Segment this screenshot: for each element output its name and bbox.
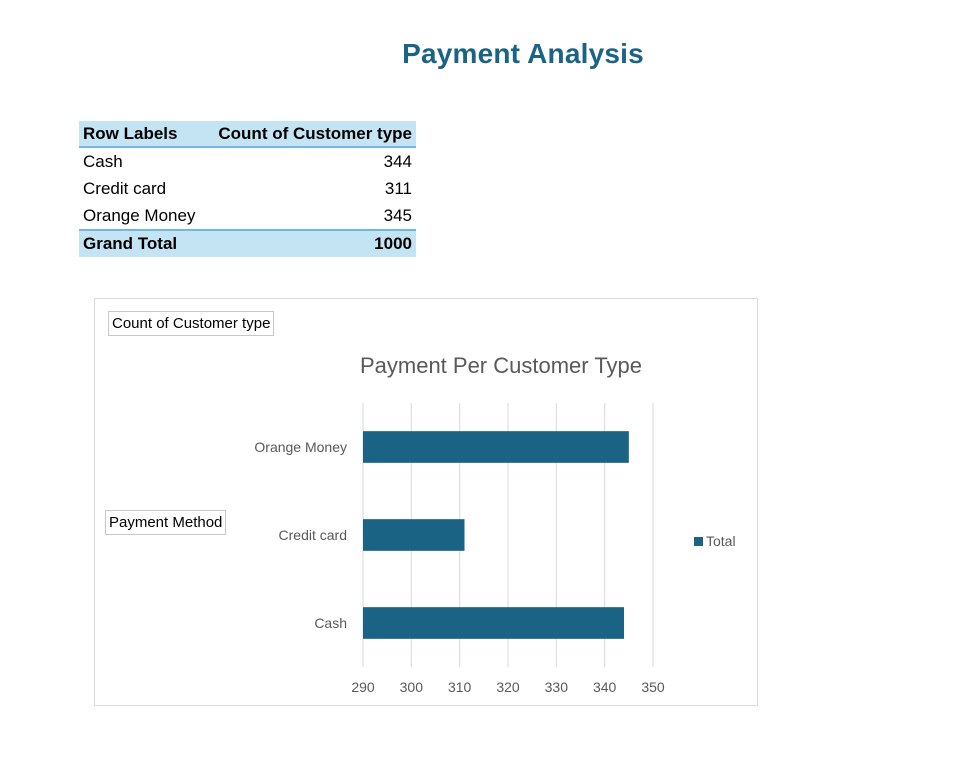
pivot-row-value: 311: [384, 178, 412, 198]
chart-plot: Payment Per Customer Type 290 300 310 320 33…: [254, 353, 736, 695]
x-tick-label: 320: [496, 679, 520, 695]
pivot-row-label: Orange Money: [83, 205, 196, 225]
page-title: Payment Analysis: [402, 38, 644, 69]
pivot-row-label: Cash: [83, 151, 123, 171]
chart-y-categories: Cash Credit card Orange Money: [254, 439, 347, 631]
pivot-total-row[interactable]: Grand Total 1000: [79, 229, 416, 257]
pivot-row-credit-card[interactable]: Credit card 311: [79, 175, 416, 202]
bar-credit-card: [363, 519, 465, 551]
pivot-header-value[interactable]: Count of Customer type: [218, 124, 412, 144]
chart-bars: [363, 431, 629, 639]
pivot-table: Row Labels Count of Customer type Cash 3…: [79, 121, 416, 257]
pivot-row-value: 345: [383, 205, 412, 225]
pivot-header-row: Row Labels Count of Customer type: [79, 121, 416, 148]
bar-cash: [363, 607, 624, 639]
y-category-label: Credit card: [279, 527, 347, 543]
bar-orange-money: [363, 431, 629, 463]
x-tick-label: 330: [545, 679, 569, 695]
legend-swatch: [694, 537, 703, 546]
pivot-row-cash[interactable]: Cash 344: [79, 148, 416, 175]
chart-legend[interactable]: Total: [694, 533, 736, 549]
pivot-row-value: 344: [383, 151, 412, 171]
legend-label: Total: [706, 533, 736, 549]
x-tick-label: 350: [641, 679, 665, 695]
pivot-total-label: Grand Total: [83, 234, 178, 253]
pivot-header-row-labels[interactable]: Row Labels: [83, 124, 177, 144]
x-tick-label: 290: [351, 679, 375, 695]
pivot-chart[interactable]: Count of Customer type Payment Method Pa…: [94, 298, 758, 706]
pivot-total-value: 1000: [374, 234, 412, 253]
y-category-label: Cash: [314, 615, 347, 631]
chart-x-ticks: 290 300 310 320 330 340 350: [351, 679, 665, 695]
x-tick-label: 300: [400, 679, 424, 695]
y-category-label: Orange Money: [254, 439, 347, 455]
chart-title: Payment Per Customer Type: [360, 353, 642, 378]
x-tick-label: 340: [593, 679, 617, 695]
pivot-row-orange-money[interactable]: Orange Money 345: [79, 202, 416, 229]
pivot-row-label: Credit card: [83, 178, 167, 198]
x-tick-label: 310: [448, 679, 472, 695]
